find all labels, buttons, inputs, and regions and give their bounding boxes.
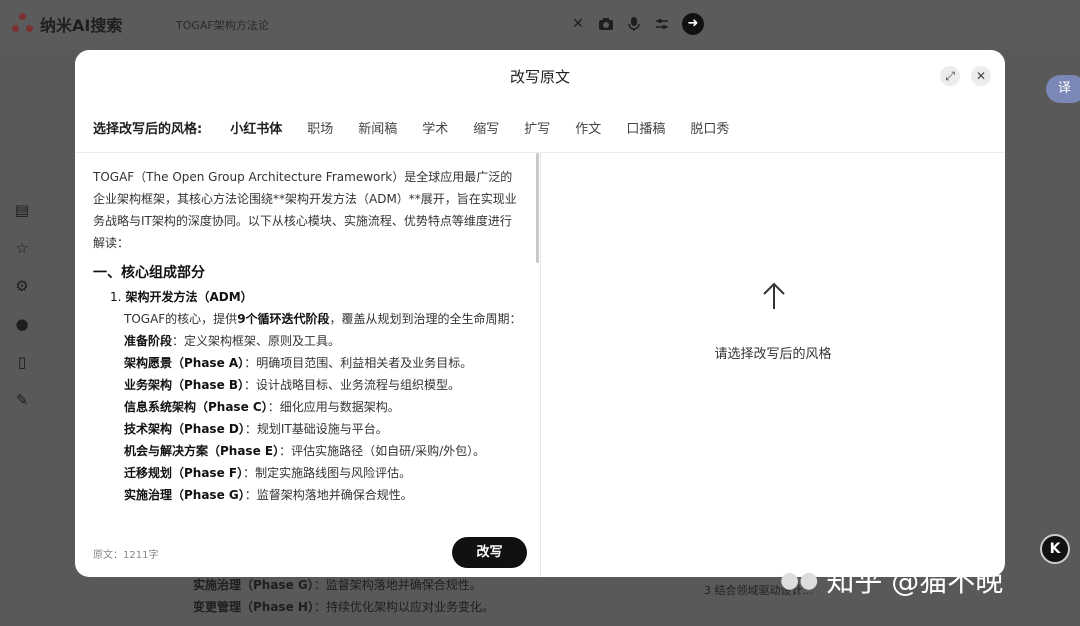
style-option-expand[interactable]: 扩写 [524,118,550,137]
app-logo[interactable]: 纳米AI搜索 [12,12,122,36]
scrollbar[interactable] [536,153,539,263]
item-heading: 1. 架构开发方法（ADM） [110,290,253,304]
style-option-standup[interactable]: 脱口秀 [690,118,729,137]
style-selector: 选择改写后的风格: 小红书体 职场 新闻稿 学术 缩写 扩写 作文 口播稿 脱口… [93,118,754,137]
star-icon[interactable]: ☆ [12,238,32,258]
translate-button[interactable]: 译 [1046,75,1080,103]
k-badge-icon[interactable]: K [1040,534,1070,564]
phone-icon[interactable]: ▯ [12,352,32,372]
style-selector-label: 选择改写后的风格: [93,122,203,137]
microphone-icon[interactable] [626,16,642,32]
result-hint: 请选择改写后的风格 [714,347,832,362]
phase-line: 信息系统架构（Phase C）：细化应用与数据架构。 [124,400,400,414]
result-pane: 请选择改写后的风格 [541,153,1005,577]
camera-icon[interactable] [598,16,614,32]
avatar[interactable]: ● [12,314,32,334]
intro-paragraph: TOGAF（The Open Group Architecture Framew… [93,170,517,250]
style-option-workplace[interactable]: 职场 [307,118,333,137]
arrow-up-icon [763,282,785,309]
phase-line: 实施治理（Phase G）：监督架构落地并确保合规性。 [124,488,413,502]
wechat-icon: ●● [780,567,819,593]
history-icon[interactable]: ▤ [12,200,32,220]
clear-icon[interactable]: ✕ [570,16,586,32]
style-option-voiceover[interactable]: 口播稿 [626,118,665,137]
phase-line: 迁移规划（Phase F）：制定实施路线图与风险评估。 [124,466,412,480]
expand-icon[interactable]: ⤢ [940,66,960,86]
gear-icon[interactable]: ⚙ [12,276,32,296]
original-text-pane[interactable]: TOGAF（The Open Group Architecture Framew… [93,166,523,526]
sidebar: ▤ ☆ ⚙ ● ▯ ✎ [12,200,32,410]
phase-line: 架构愿景（Phase A）：明确项目范围、利益相关者及业务目标。 [124,356,473,370]
style-option-xiaohongshu[interactable]: 小红书体 [230,118,282,137]
style-option-essay[interactable]: 作文 [575,118,601,137]
settings-sliders-icon[interactable] [654,16,670,32]
item-description: TOGAF的核心，提供9个循环迭代阶段，覆盖从规划到治理的全生命周期： [124,312,522,326]
watermark: ●● 知乎 @猫不晚 [780,565,1004,598]
edit-icon[interactable]: ✎ [12,390,32,410]
search-input[interactable]: TOGAF架构方法论 [176,17,269,33]
char-count: 原文：1211字 [93,550,159,561]
background-content: 实施治理（Phase G）：监督架构落地并确保合规性。 变更管理（Phase H… [193,578,494,614]
style-option-abbreviate[interactable]: 缩写 [473,118,499,137]
phase-line: 技术架构（Phase D）：规划IT基础设施与平台。 [124,422,388,436]
phase-line: 业务架构（Phase B）：设计战略目标、业务流程与组织模型。 [124,378,461,392]
logo-text: 纳米AI搜索 [40,16,123,35]
style-option-press-release[interactable]: 新闻稿 [358,118,397,137]
close-icon[interactable]: ✕ [971,66,991,86]
logo-icon [12,13,34,35]
phase-line: 准备阶段：定义架构框架、原则及工具。 [124,334,341,348]
search-submit-button[interactable]: ➜ [682,13,704,35]
rewrite-button[interactable]: 改写 [452,537,527,568]
dialog-title: 改写原文 [509,68,570,86]
section-heading: 一、核心组成部分 [93,265,205,281]
app-header: 纳米AI搜索 TOGAF架构方法论 ✕ ➜ [0,0,1080,50]
rewrite-dialog: 改写原文 ⤢ ✕ 选择改写后的风格: 小红书体 职场 新闻稿 学术 缩写 扩写 … [75,50,1005,577]
phase-line: 机会与解决方案（Phase E）：评估实施路径（如自研/采购/外包）。 [124,444,486,458]
style-option-academic[interactable]: 学术 [422,118,448,137]
